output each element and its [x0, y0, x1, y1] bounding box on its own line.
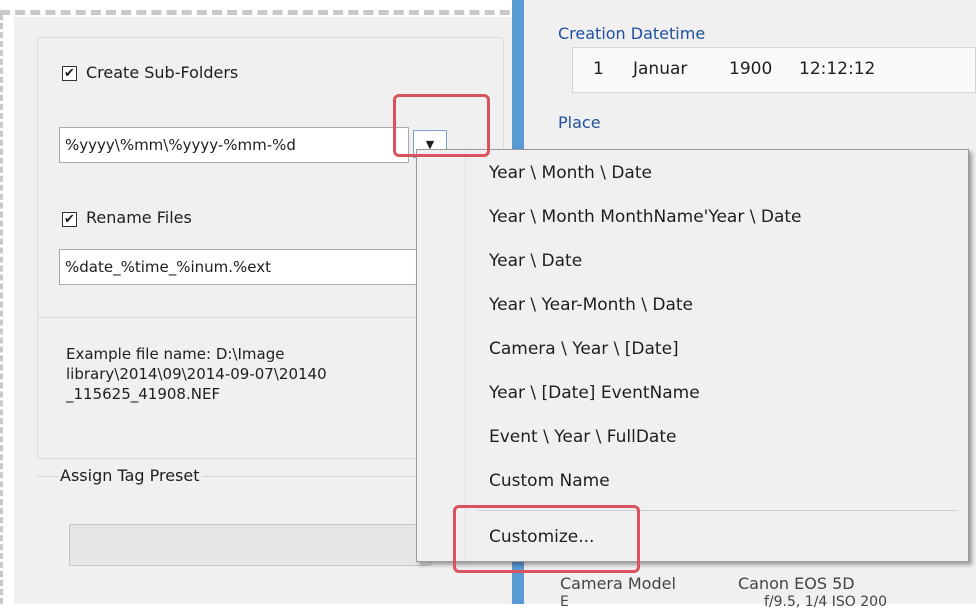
- dropdown-button-highlight: [393, 94, 490, 157]
- dashed-border-left: [0, 14, 3, 604]
- datetime-day: 1: [593, 59, 604, 79]
- exposure-label: E: [560, 594, 569, 610]
- customize-highlight: [453, 505, 640, 573]
- create-subfolders-checkbox[interactable]: ✔: [62, 66, 77, 81]
- create-subfolders-label: Create Sub-Folders: [86, 63, 239, 82]
- menu-item-year-month-date[interactable]: Year \ Month \ Date: [489, 163, 652, 183]
- exposure-value: f/9.5, 1/4 ISO 200: [764, 594, 887, 610]
- dashed-border-top: [0, 10, 540, 15]
- rename-files-checkbox[interactable]: ✔: [62, 212, 77, 227]
- rename-files-label: Rename Files: [86, 208, 192, 227]
- datetime-month: Januar: [633, 59, 688, 79]
- check-icon: ✔: [64, 66, 75, 81]
- menu-item-event-year-fulldate[interactable]: Event \ Year \ FullDate: [489, 427, 676, 447]
- assign-tag-preset-label: Assign Tag Preset: [58, 466, 202, 485]
- check-icon: ✔: [64, 212, 75, 227]
- example-filename-text: Example file name: D:\Image library\2014…: [66, 345, 327, 403]
- creation-datetime-label: Creation Datetime: [558, 24, 706, 43]
- camera-model-label: Camera Model: [560, 574, 676, 593]
- menu-item-year-date-eventname[interactable]: Year \ [Date] EventName: [489, 383, 700, 403]
- datetime-time: 12:12:12: [799, 59, 876, 79]
- place-label: Place: [558, 113, 601, 132]
- subfolder-pattern-input[interactable]: %yyyy\%mm\%yyyy-%mm-%d: [59, 127, 409, 163]
- menu-item-custom-name[interactable]: Custom Name: [489, 471, 610, 491]
- subfolder-pattern-menu: Year \ Month \ Date Year \ Month MonthNa…: [416, 149, 969, 562]
- menu-item-year-yearmonth-date[interactable]: Year \ Year-Month \ Date: [489, 295, 693, 315]
- camera-model-value: Canon EOS 5D: [738, 574, 855, 593]
- datetime-year: 1900: [729, 59, 773, 79]
- assign-tag-preset-button[interactable]: [69, 524, 431, 566]
- datetime-field[interactable]: 1 Januar 1900 12:12:12: [572, 47, 976, 93]
- menu-item-camera-year-date[interactable]: Camera \ Year \ [Date]: [489, 339, 679, 359]
- menu-item-year-date[interactable]: Year \ Date: [489, 251, 582, 271]
- menu-item-year-month-monthname-date[interactable]: Year \ Month MonthName'Year \ Date: [489, 207, 801, 227]
- rename-pattern-input[interactable]: %date_%time_%inum.%ext: [59, 249, 439, 285]
- menu-icon-gutter: [417, 150, 466, 561]
